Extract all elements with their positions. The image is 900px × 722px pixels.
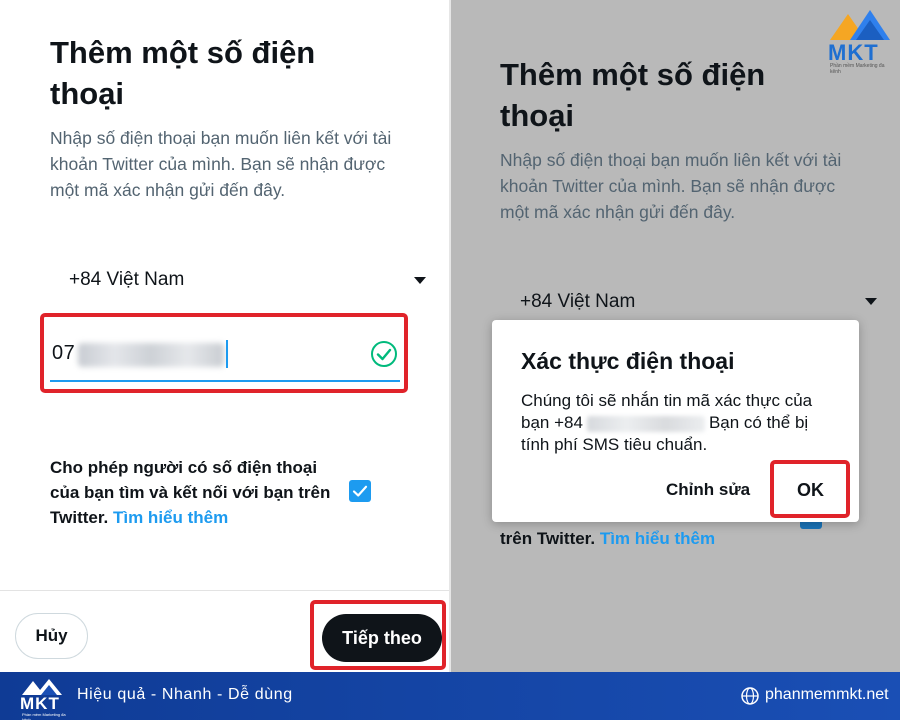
learn-more-link[interactable]: Tìm hiểu thêm — [113, 508, 228, 527]
permission-text: trên Twitter. Tìm hiểu thêm — [500, 526, 800, 551]
permission-label: trên Twitter. — [500, 529, 596, 548]
right-screen: Thêm một số điện thoại Nhập số điện thoạ… — [451, 0, 900, 672]
footer-logo-tagline: Phần mềm Marketing đa kênh — [22, 712, 66, 722]
highlight-next-button — [310, 600, 446, 670]
website-link[interactable]: phanmemmkt.net — [765, 686, 889, 704]
mkt-logo: MKT Phần mềm Marketing đa kênh — [826, 8, 894, 75]
highlight-phone-input — [40, 313, 408, 393]
permission-text: Cho phép người có số điện thoại của bạn … — [50, 455, 350, 530]
brand-footer-bar: MKT Phần mềm Marketing đa kênh Hiệu quả … — [0, 672, 900, 722]
logo-tagline: Phần mềm Marketing đa kênh — [830, 63, 885, 75]
dropdown-caret-icon — [414, 277, 426, 284]
checkmark-icon — [352, 485, 368, 497]
left-screen: Thêm một số điện thoại Nhập số điện thoạ… — [0, 0, 449, 672]
slogan: Hiệu quả - Nhanh - Dễ dùng — [77, 686, 293, 703]
edit-button[interactable]: Chỉnh sửa — [666, 480, 750, 500]
footer-divider — [0, 590, 449, 591]
dropdown-caret-icon — [865, 298, 877, 305]
page-title: Thêm một số điện thoại — [50, 35, 316, 111]
page-title: Thêm một số điện thoại — [500, 57, 766, 133]
globe-icon — [741, 687, 759, 705]
footer-logo-text: MKT — [20, 694, 60, 713]
country-select-value: +84 Việt Nam — [520, 291, 636, 312]
permission-checkbox[interactable] — [349, 480, 371, 502]
learn-more-link[interactable]: Tìm hiểu thêm — [600, 529, 715, 548]
redacted-phone-number — [586, 415, 705, 432]
dialog-title: Xác thực điện thoại — [521, 348, 735, 374]
dialog-body: Chúng tôi sẽ nhắn tin mã xác thực của bạ… — [521, 390, 821, 456]
page-description: Nhập số điện thoại bạn muốn liên kết với… — [500, 150, 842, 222]
footer-logo: MKT Phần mềm Marketing đa kênh — [20, 678, 66, 722]
page-description: Nhập số điện thoại bạn muốn liên kết với… — [50, 128, 392, 200]
country-select-value: +84 Việt Nam — [69, 269, 185, 290]
cancel-button[interactable]: Hủy — [15, 613, 88, 659]
highlight-ok-button — [770, 460, 850, 518]
mountain-logo-icon — [830, 10, 890, 40]
